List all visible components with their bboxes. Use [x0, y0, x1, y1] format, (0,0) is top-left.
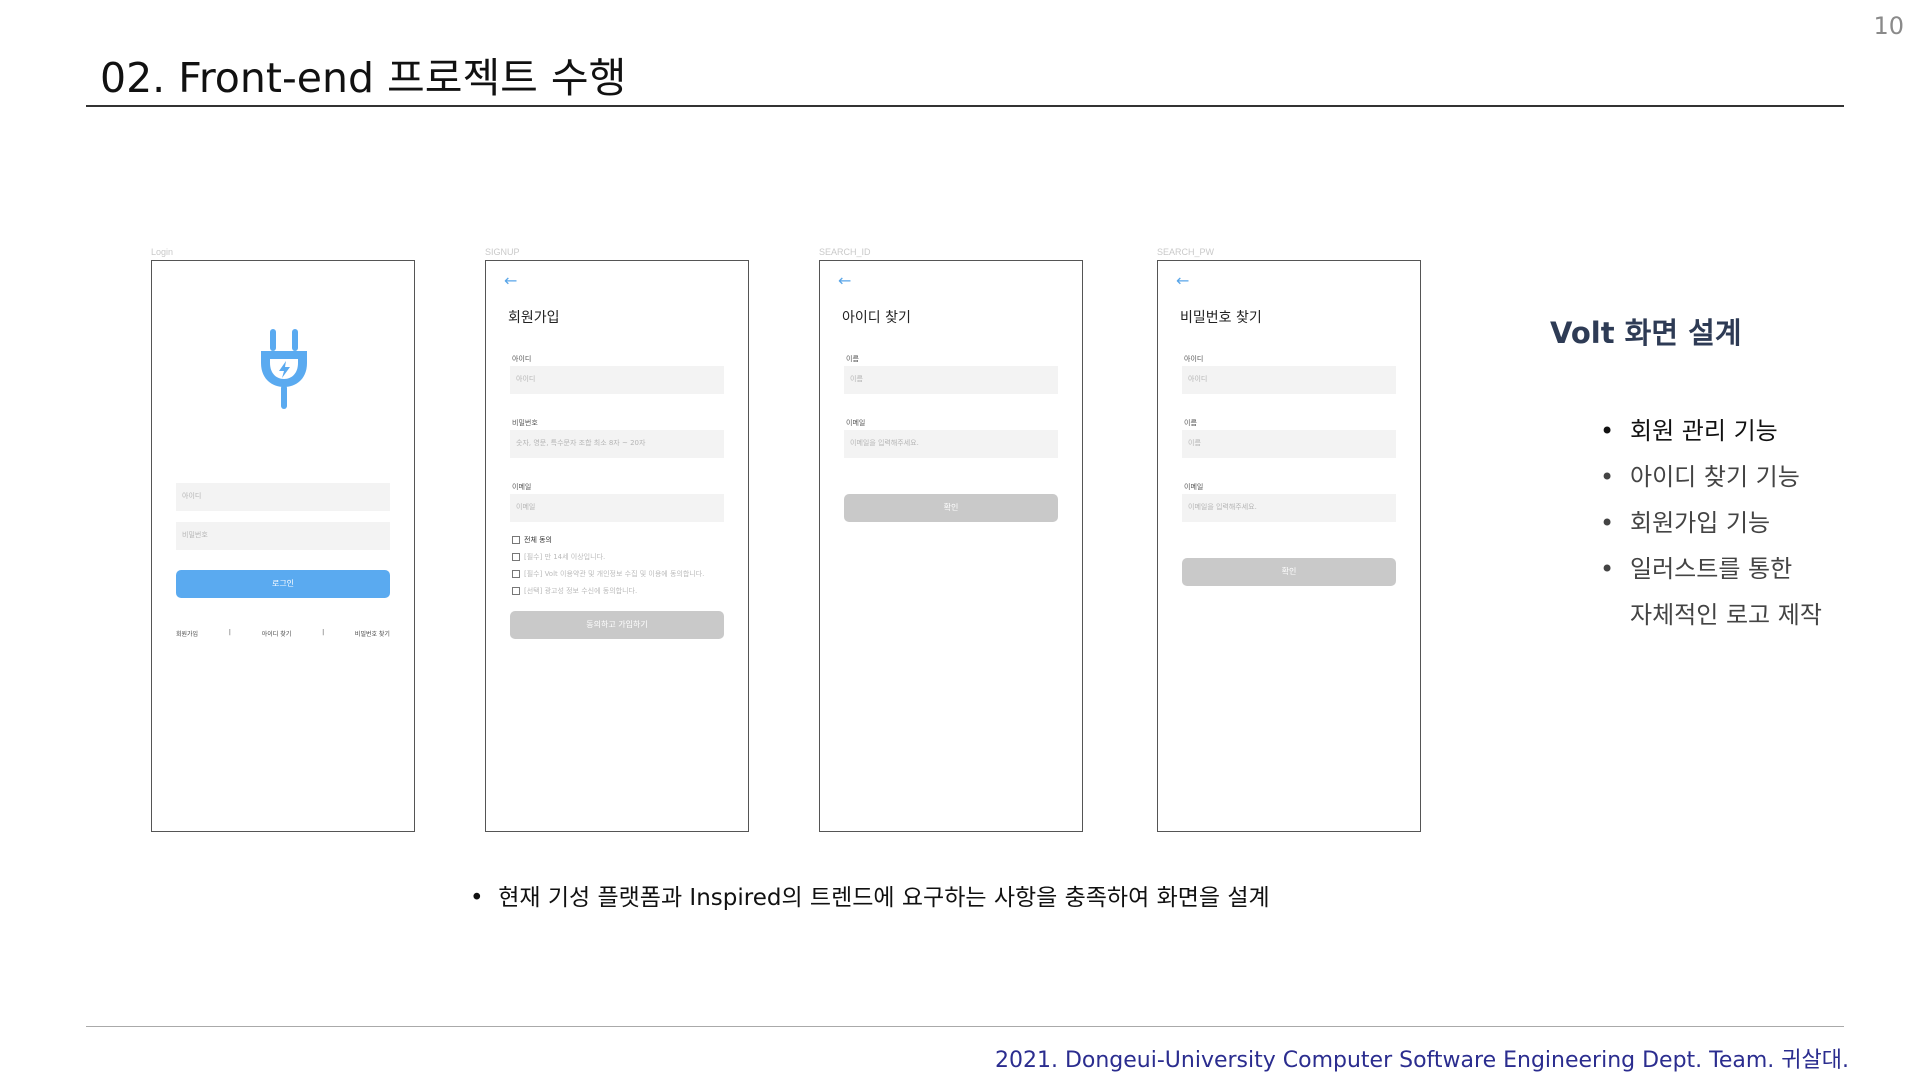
agree-marketing-checkbox[interactable]: [선택] 광고성 정보 수신에 동의합니다.: [512, 586, 637, 596]
feature-label: 회원 관리 기능: [1630, 417, 1778, 445]
signup-title: 회원가입: [508, 310, 560, 326]
checkbox-icon: [512, 570, 520, 578]
link-separator: |: [228, 629, 231, 636]
list-item: • 일러스트를 통한: [1600, 555, 1793, 583]
checkbox-icon: [512, 536, 520, 544]
signup-id-label: 아이디: [512, 355, 532, 363]
bottom-note: • 현재 기성 플랫폼과 Inspired의 트렌드에 요구하는 사항을 충족하…: [470, 878, 1270, 912]
signup-password-label: 비밀번호: [512, 419, 538, 427]
signup-email-label: 이메일: [512, 483, 532, 491]
search-pw-title: 비밀번호 찾기: [1180, 310, 1262, 326]
search-pw-id-input[interactable]: 아이디: [1182, 366, 1396, 394]
search-pw-confirm-button[interactable]: 확인: [1182, 558, 1396, 586]
search-pw-id-label: 아이디: [1184, 355, 1204, 363]
feature-label: 일러스트를 통한: [1630, 555, 1793, 583]
side-title: Volt 화면 설계: [1550, 316, 1742, 350]
login-links: 회원가입 | 아이디 찾기 | 비밀번호 찾기: [176, 629, 390, 638]
signup-link[interactable]: 회원가입: [176, 629, 198, 638]
agree-all-label: 전체 동의: [524, 536, 552, 544]
list-item: • 아이디 찾기 기능: [1600, 463, 1800, 491]
search-id-confirm-button[interactable]: 확인: [844, 494, 1058, 522]
signup-email-input[interactable]: 이메일: [510, 494, 724, 522]
bullet-dot: •: [470, 885, 499, 911]
feature-list: • 회원 관리 기능 • 아이디 찾기 기능 • 회원가입 기능 • 일러스트를 통한 …: [1600, 408, 1822, 638]
search-pw-mockup: ← 비밀번호 찾기 아이디 아이디 이름 이름 이메일 이메일을 입력해주세요.…: [1157, 260, 1421, 832]
checkbox-icon: [512, 587, 520, 595]
agree-terms-checkbox[interactable]: [필수] Volt 이용약관 및 개인정보 수집 및 이용에 동의합니다.: [512, 569, 704, 579]
signup-mockup: ← 회원가입 아이디 아이디 비밀번호 숫자, 영문, 특수문자 조합 최소 8…: [485, 260, 749, 832]
login-id-input[interactable]: 아이디: [176, 483, 390, 511]
search-id-mockup: ← 아이디 찾기 이름 이름 이메일 이메일을 입력해주세요. 확인: [819, 260, 1083, 832]
feature-label: 아이디 찾기 기능: [1630, 463, 1800, 491]
signup-id-input[interactable]: 아이디: [510, 366, 724, 394]
list-item-continuation: 자체적인 로고 제작: [1600, 592, 1822, 638]
search-id-email-label: 이메일: [846, 419, 866, 427]
list-item: • 회원가입 기능: [1600, 509, 1771, 537]
agree-age-checkbox[interactable]: [필수] 만 14세 이상입니다.: [512, 552, 605, 562]
search-id-email-input[interactable]: 이메일을 입력해주세요.: [844, 430, 1058, 458]
link-separator: |: [322, 629, 325, 636]
search-id-name-input[interactable]: 이름: [844, 366, 1058, 394]
back-arrow-icon[interactable]: ←: [838, 271, 851, 290]
agree-terms-label: [필수] Volt 이용약관 및 개인정보 수집 및 이용에 동의합니다.: [524, 570, 705, 578]
login-mockup: 아이디 비밀번호 로그인 회원가입 | 아이디 찾기 | 비밀번호 찾기: [151, 260, 415, 832]
signup-submit-button[interactable]: 동의하고 가입하기: [510, 611, 724, 639]
login-password-input[interactable]: 비밀번호: [176, 522, 390, 550]
agree-all-checkbox[interactable]: 전체 동의: [512, 535, 552, 545]
search-id-title: 아이디 찾기: [842, 310, 911, 326]
signup-password-input[interactable]: 숫자, 영문, 특수문자 조합 최소 8자 ~ 20자: [510, 430, 724, 458]
feature-label: 자체적인 로고 제작: [1630, 601, 1822, 629]
login-frame-caption: Login: [151, 247, 174, 257]
checkbox-icon: [512, 553, 520, 561]
bottom-note-text: 현재 기성 플랫폼과 Inspired의 트렌드에 요구하는 사항을 충족하여 …: [498, 885, 1270, 911]
feature-label: 회원가입 기능: [1630, 509, 1771, 537]
footer-text: 2021. Dongeui-University Computer Softwa…: [994, 1048, 1849, 1073]
list-item: • 회원 관리 기능: [1600, 417, 1778, 445]
search-id-frame-caption: SEARCH_ID: [819, 247, 871, 257]
agree-marketing-label: [선택] 광고성 정보 수신에 동의합니다.: [524, 587, 638, 595]
find-password-link[interactable]: 비밀번호 찾기: [355, 629, 390, 638]
plug-logo-icon: [261, 329, 307, 409]
find-id-link[interactable]: 아이디 찾기: [262, 629, 292, 638]
title-divider: [86, 105, 1844, 107]
back-arrow-icon[interactable]: ←: [1176, 271, 1189, 290]
footer-divider: [86, 1026, 1844, 1027]
search-pw-name-input[interactable]: 이름: [1182, 430, 1396, 458]
login-button[interactable]: 로그인: [176, 570, 390, 598]
search-id-name-label: 이름: [846, 355, 859, 363]
search-pw-email-input[interactable]: 이메일을 입력해주세요.: [1182, 494, 1396, 522]
search-pw-email-label: 이메일: [1184, 483, 1204, 491]
page-number: 10: [1873, 12, 1904, 40]
search-pw-frame-caption: SEARCH_PW: [1157, 247, 1215, 257]
back-arrow-icon[interactable]: ←: [504, 271, 517, 290]
agree-age-label: [필수] 만 14세 이상입니다.: [524, 553, 606, 561]
slide-title: 02. Front-end 프로젝트 수행: [100, 54, 627, 102]
signup-frame-caption: SIGNUP: [485, 247, 520, 257]
search-pw-name-label: 이름: [1184, 419, 1197, 427]
